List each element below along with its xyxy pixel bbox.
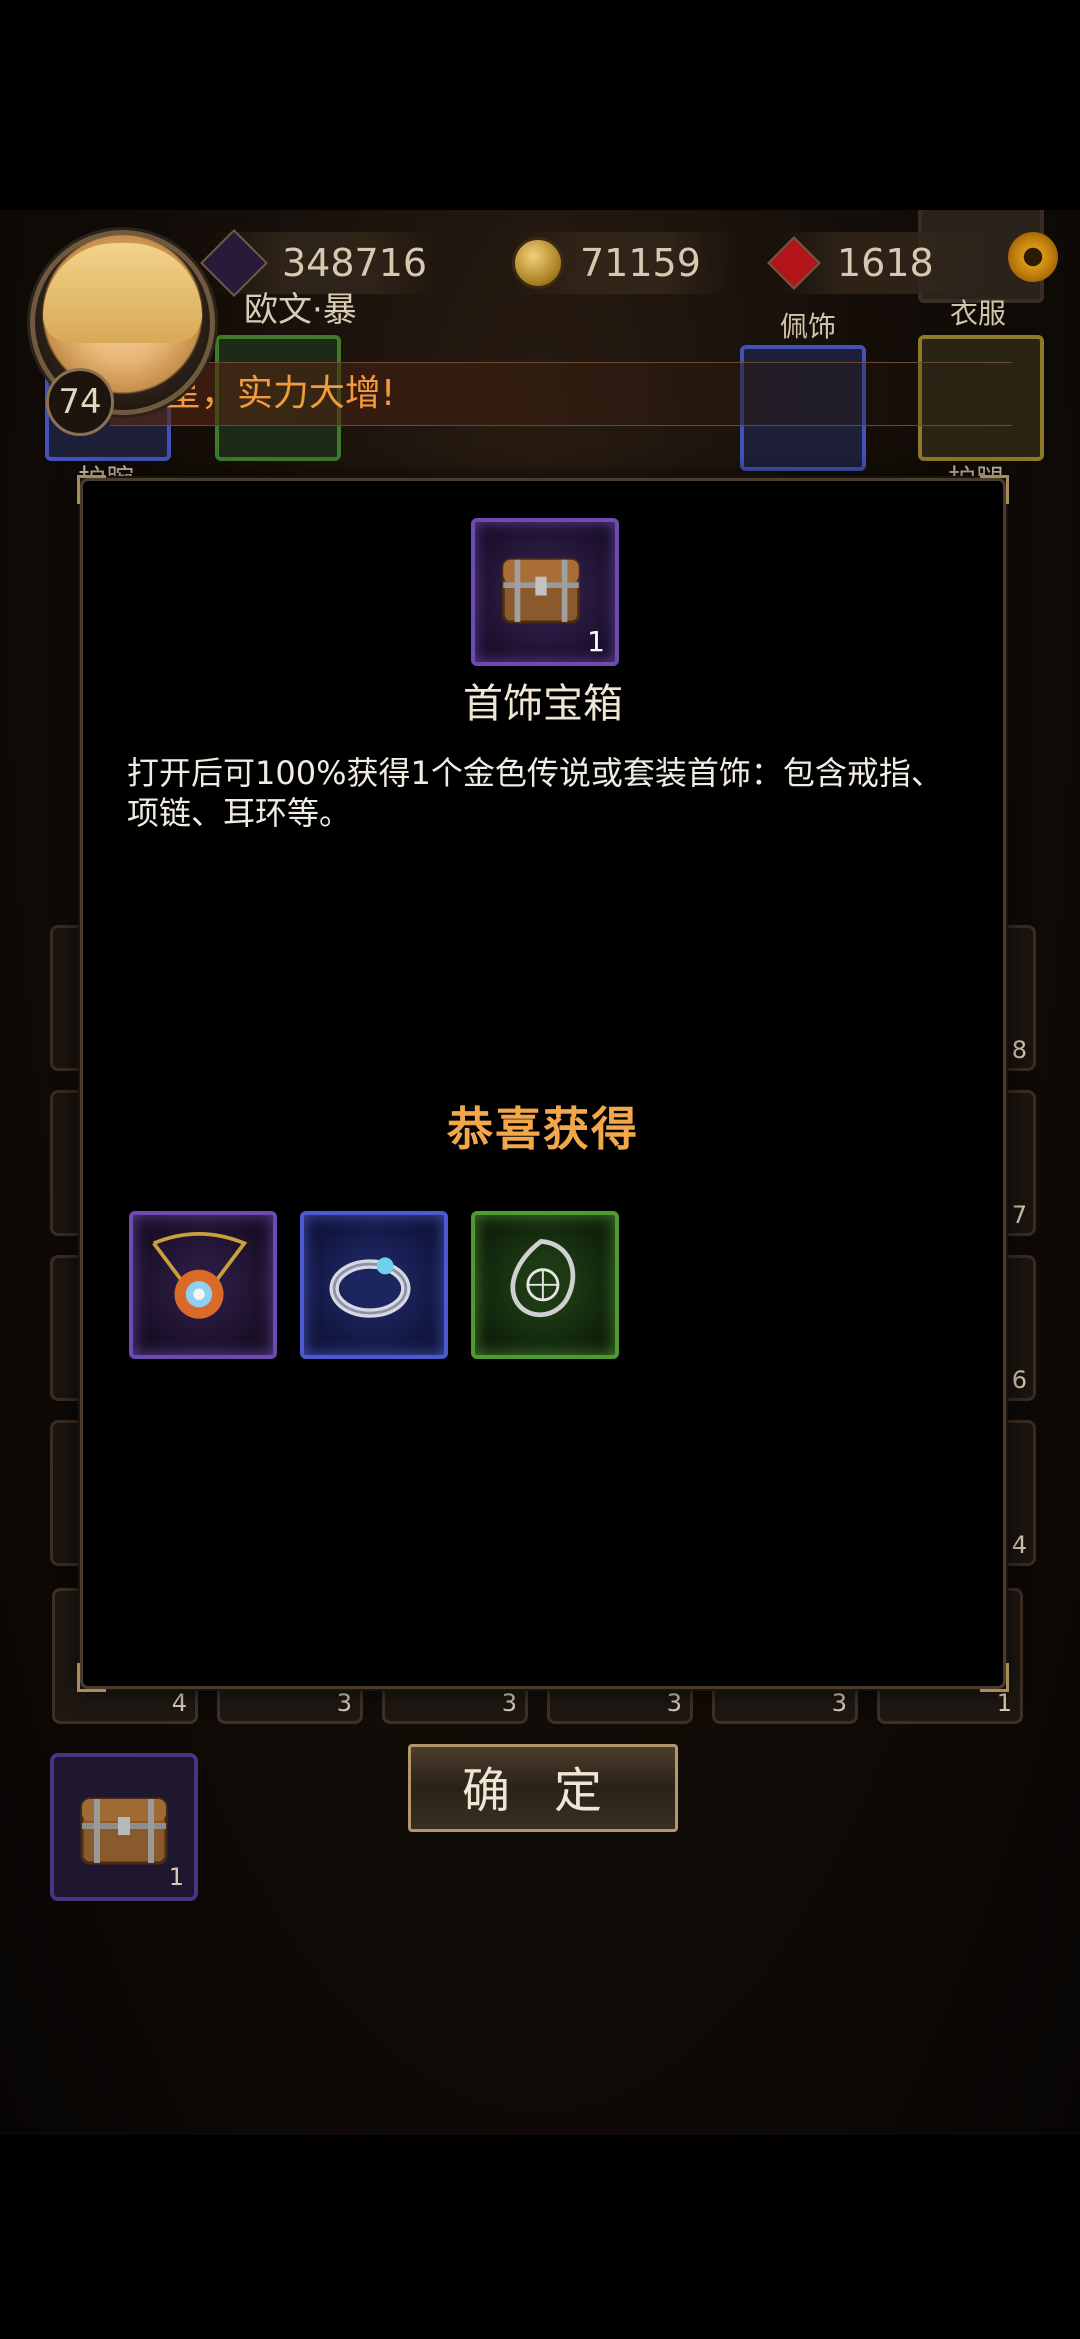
gear-icon[interactable]	[1008, 232, 1058, 282]
red-gem-icon	[767, 236, 821, 290]
reward-earring[interactable]	[471, 1211, 619, 1359]
item-icon-box: 1	[471, 518, 619, 666]
dialog-corner	[980, 1663, 1009, 1692]
dialog-corner	[980, 475, 1009, 504]
ring-icon	[329, 1257, 411, 1318]
inventory-chest-slot[interactable]: 1	[50, 1753, 198, 1901]
resource-gem: 1618	[767, 232, 995, 294]
hero-count: 3	[501, 1689, 517, 1717]
resource-gold-value: 71159	[580, 241, 701, 285]
item-name: 首饰宝箱	[463, 681, 623, 727]
earring-icon	[510, 1238, 576, 1318]
reward-ring[interactable]	[300, 1211, 448, 1359]
reward-dialog: 1 首饰宝箱 打开后可100%获得1个金色传说或套装首饰：包含戒指、项链、耳环等…	[77, 475, 1009, 1832]
hero-count: 3	[831, 1689, 847, 1717]
inventory-count: 4	[1011, 1531, 1027, 1559]
item-count: 1	[587, 625, 605, 658]
hero-count: 4	[171, 1689, 187, 1717]
news-ticker: 3星，实力大增!	[110, 362, 1012, 426]
inventory-count: 7	[1011, 1201, 1027, 1229]
dialog-corner	[77, 1663, 106, 1692]
reward-necklace[interactable]	[129, 1211, 277, 1359]
avatar-hair	[43, 243, 202, 343]
hero-count: 3	[336, 1689, 352, 1717]
item-description: 打开后可100%获得1个金色传说或套装首饰：包含戒指、项链、耳环等。	[127, 754, 943, 832]
hero-count: 1	[996, 1689, 1012, 1717]
bottom-nav: 商店 角色 冒险 佣兵 帝国	[0, 2130, 1080, 2135]
resource-crystal-value: 348716	[282, 241, 428, 285]
inventory-count: 6	[1011, 1366, 1027, 1394]
necklace-icon	[152, 1231, 248, 1319]
player-level: 74	[46, 368, 114, 436]
dialog-corner	[77, 475, 106, 504]
resource-gold: 71159	[512, 232, 732, 294]
gold-coin-icon	[512, 237, 564, 289]
equip-label-clothes: 衣服	[950, 297, 1007, 330]
equip-label-accessory: 佩饰	[780, 310, 837, 343]
inventory-count: 8	[1011, 1036, 1027, 1064]
hero-count: 3	[666, 1689, 682, 1717]
congrats-title: 恭喜获得	[447, 1102, 639, 1156]
resource-gem-value: 1618	[837, 241, 934, 285]
confirm-button[interactable]: 确定	[408, 1744, 678, 1832]
player-name: 欧文·暴	[244, 290, 357, 330]
chest-count: 1	[168, 1863, 184, 1891]
game-screen: 佩饰 衣服 护腕 护腿 8 7 6 4 4 3 3 3 3 1 1 348716	[0, 210, 1080, 2135]
